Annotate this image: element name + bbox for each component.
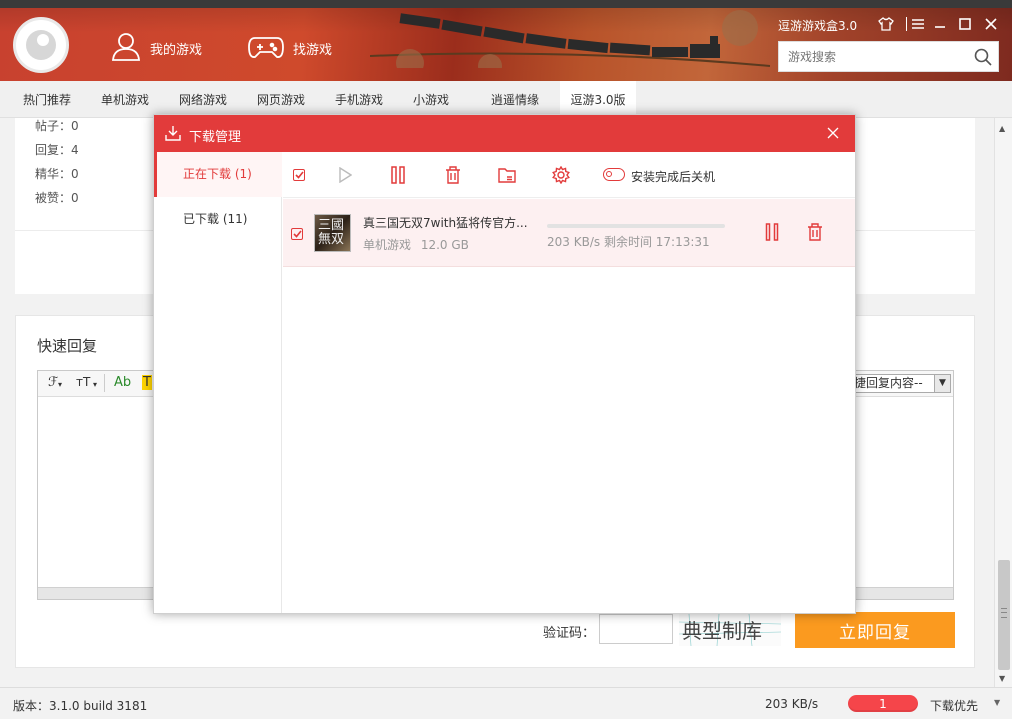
maximize-icon[interactable]	[955, 14, 975, 34]
scroll-grip-icon	[1001, 608, 1007, 618]
game-thumbnail-text: 三國 無双	[318, 218, 345, 247]
header-top-strip	[0, 0, 1012, 8]
download-speed: 203 KB/s	[765, 697, 819, 711]
menu-icon[interactable]	[908, 14, 928, 34]
user-icon	[110, 30, 142, 66]
stat-likes: 被赞：0	[35, 191, 79, 205]
captcha-label: 验证码：	[543, 626, 596, 641]
download-stats: 203 KB/s 剩余时间 17:13:31	[547, 233, 710, 250]
row-delete-icon[interactable]	[807, 223, 823, 244]
tab-online-games[interactable]: 网络游戏	[166, 81, 240, 118]
active-downloads-badge[interactable]: 1	[848, 695, 918, 712]
stat-featured: 精华：0	[35, 167, 79, 181]
select-all-checkbox[interactable]	[288, 164, 310, 186]
start-icon[interactable]	[334, 164, 356, 186]
scroll-down-arrow-icon[interactable]: ▼	[999, 674, 1005, 683]
chevron-down-icon[interactable]: ▼	[994, 698, 1000, 707]
submit-reply-button[interactable]: 立即回复	[795, 612, 955, 648]
app-title: 逗游游戏盒3.0	[778, 19, 858, 33]
font-dropdown-icon[interactable]: ▾	[58, 380, 62, 389]
row-pause-icon[interactable]	[765, 223, 779, 244]
close-icon[interactable]	[981, 14, 1001, 34]
toggle-knob	[606, 171, 612, 177]
download-row[interactable]: 三國 無双 真三国无双7with猛将传官方... 单机游戏 12.0 GB 20…	[283, 199, 855, 267]
dialog-title: 下载管理	[189, 130, 242, 145]
stat-posts: 帖子：0	[35, 119, 79, 133]
status-bar: 版本：3.1.0 build 3181 203 KB/s 1 下载优先 ▼	[0, 687, 1012, 719]
background-color-button[interactable]: T	[142, 375, 152, 390]
download-remaining-time: 剩余时间 17:13:31	[603, 235, 710, 249]
nav-find-games[interactable]: 找游戏	[247, 28, 332, 68]
skin-icon[interactable]	[876, 14, 896, 34]
minimize-icon[interactable]	[930, 14, 950, 34]
toolbar-separator	[104, 374, 105, 392]
game-size: 12.0 GB	[420, 238, 469, 252]
download-row-speed: 203 KB/s	[547, 235, 601, 249]
chevron-down-icon[interactable]: ▼	[934, 375, 950, 392]
page-scrollbar[interactable]: ▲ ▼	[994, 118, 1012, 687]
captcha-image[interactable]: 典型制库	[679, 614, 781, 646]
size-dropdown-icon[interactable]: ▾	[93, 380, 97, 389]
quick-reply-title: 快速回复	[37, 337, 98, 355]
search-box	[778, 41, 999, 72]
download-priority-select[interactable]: 下载优先	[930, 697, 978, 714]
tab-mobile-games[interactable]: 手机游戏	[322, 81, 396, 118]
shutdown-after-install-toggle[interactable]	[603, 168, 625, 181]
nav-find-games-label: 找游戏	[293, 42, 333, 58]
scroll-up-arrow-icon[interactable]: ▲	[999, 124, 1005, 133]
game-meta: 单机游戏 12.0 GB	[363, 236, 469, 253]
search-icon[interactable]	[974, 48, 992, 69]
pause-icon[interactable]	[387, 164, 409, 186]
quick-reply-select-value: 捷回复内容--	[854, 376, 923, 390]
nav-my-games[interactable]: 我的游戏	[110, 28, 202, 68]
folder-icon[interactable]	[496, 164, 518, 186]
sidebar-item-downloaded[interactable]: 已下载 (11)	[154, 197, 282, 242]
dialog-header[interactable]: 下载管理	[154, 115, 855, 152]
tab-xiaoyao[interactable]: 逍遥情缘	[478, 81, 552, 118]
row-checkbox[interactable]	[291, 228, 303, 240]
nav-my-games-label: 我的游戏	[150, 42, 203, 58]
sidebar-item-downloading[interactable]: 正在下载 (1)	[154, 152, 282, 197]
dialog-sidebar: 正在下载 (1) 已下载 (11)	[154, 152, 282, 613]
font-size-button[interactable]: тT	[76, 375, 90, 389]
delete-icon[interactable]	[442, 164, 464, 186]
font-family-button[interactable]: ℱ	[48, 375, 58, 390]
version-text: 版本：3.1.0 build 3181	[13, 699, 148, 713]
train-banner-image	[370, 10, 770, 68]
tab-douyou-3[interactable]: 逗游3.0版	[560, 81, 636, 118]
gamepad-icon	[247, 31, 285, 65]
shutdown-after-install-label: 安装完成后关机	[631, 170, 716, 184]
dialog-toolbar: 安装完成后关机	[283, 152, 855, 198]
dialog-close-icon[interactable]	[823, 123, 843, 143]
captcha-input[interactable]	[599, 614, 673, 644]
tab-web-games[interactable]: 网页游戏	[244, 81, 318, 118]
search-input[interactable]	[779, 42, 969, 71]
font-color-button[interactable]: Ab	[114, 375, 131, 390]
category-tabbar: 热门推荐 单机游戏 网络游戏 网页游戏 手机游戏 小游戏 逍遥情缘 逗游3.0版	[0, 81, 1012, 118]
game-category: 单机游戏	[363, 238, 412, 252]
download-icon	[165, 125, 181, 144]
checkbox-checked-icon	[293, 169, 305, 181]
game-name: 真三国无双7with猛将传官方...	[363, 216, 528, 230]
stat-replies: 回复：4	[35, 143, 79, 157]
tab-single-player[interactable]: 单机游戏	[88, 81, 162, 118]
tab-mini-games[interactable]: 小游戏	[400, 81, 462, 118]
active-downloads-count: 1	[879, 697, 887, 711]
game-thumbnail: 三國 無双	[314, 214, 351, 252]
settings-icon[interactable]	[550, 164, 572, 186]
captcha-text: 典型制库	[682, 619, 762, 643]
quick-reply-select[interactable]: 捷回复内容-- ▼	[851, 374, 951, 393]
tab-hot[interactable]: 热门推荐	[10, 81, 84, 118]
download-manager-dialog: 下载管理 正在下载 (1) 已下载 (11) 安装完成后关机 三國 無双 真三国…	[153, 114, 856, 614]
app-logo[interactable]	[13, 17, 69, 73]
download-progress-bar	[547, 224, 725, 228]
scroll-thumb[interactable]	[998, 560, 1010, 670]
app-header: 我的游戏 找游戏 逗游游戏盒3.0	[0, 0, 1012, 81]
logo-dot	[37, 34, 49, 46]
